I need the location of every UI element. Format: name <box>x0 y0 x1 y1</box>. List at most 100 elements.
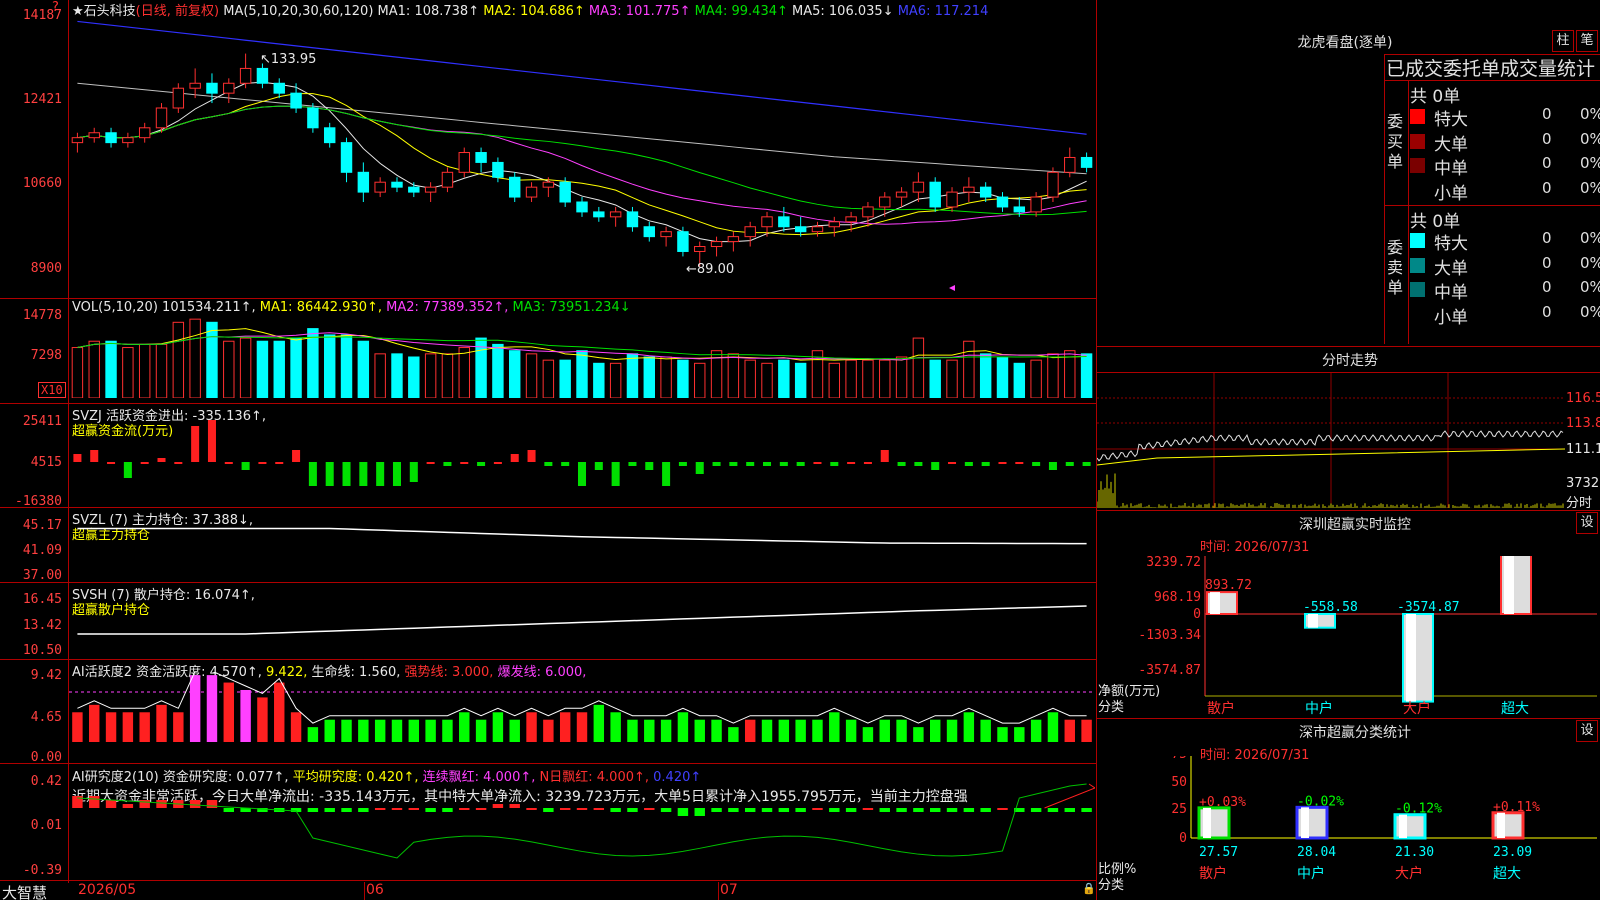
order-row[interactable]: 小单 0 0% <box>1410 303 1598 325</box>
flow-bar <box>1032 462 1040 466</box>
candle <box>341 143 351 173</box>
volume-bar <box>560 360 570 398</box>
activity-bar <box>274 683 284 742</box>
activity-chart[interactable] <box>69 672 1095 762</box>
bar-mode-button[interactable]: 柱 <box>1552 30 1574 52</box>
candle <box>695 247 705 252</box>
candle <box>409 187 419 192</box>
stats-chart[interactable]: 75 50 25 0 +0.03% 27.57 散户 -0.02% 28.04 中户 -0.12% 2… <box>1097 756 1600 900</box>
color-swatch <box>1410 158 1425 173</box>
volume-bar <box>72 348 82 398</box>
order-row[interactable]: 小单 0 0% <box>1410 179 1598 201</box>
candlestick-chart[interactable] <box>69 14 1095 296</box>
monitor-category: 散户 <box>1207 700 1235 716</box>
volume-bar <box>762 363 772 398</box>
candle <box>594 212 604 217</box>
stats-category: 散户 <box>1199 865 1227 882</box>
vol-unit-badge[interactable]: X10 <box>38 382 66 398</box>
color-swatch <box>1410 258 1425 273</box>
volume-bar <box>745 360 755 398</box>
order-size-label: 特大 <box>1434 105 1468 130</box>
flow-bar <box>359 462 367 486</box>
order-percent: 0% <box>1580 254 1600 272</box>
activity-bar <box>1048 712 1058 742</box>
candle <box>1014 207 1024 212</box>
order-row[interactable]: 中单 0 0% <box>1410 154 1598 176</box>
order-count: 0 <box>1542 179 1552 197</box>
candle <box>863 207 873 217</box>
brand-label[interactable]: 大智慧 <box>2 882 47 900</box>
svzj-y-tick: 25411 <box>0 414 62 429</box>
monitor-chart[interactable]: 3239.72 968.19 0 -1303.34 -3574.87 893.72 散户 -5… <box>1097 556 1600 716</box>
candle <box>964 187 974 192</box>
candle <box>711 242 721 247</box>
flow-bar <box>898 462 906 466</box>
monitor-title: 深圳超赢实时监控 <box>1260 514 1450 534</box>
intraday-chart[interactable] <box>1097 373 1565 508</box>
flow-bar <box>528 450 536 462</box>
candle <box>139 128 149 138</box>
low-marker: ←89.00 <box>686 262 734 277</box>
order-row[interactable]: 特大 0 0% <box>1410 229 1598 251</box>
activity-bar <box>896 720 906 742</box>
activity-bar <box>829 712 839 742</box>
tick-mode-button[interactable]: 笔 <box>1576 30 1598 52</box>
flow-bar <box>191 426 199 462</box>
research-bar <box>207 800 217 808</box>
activity-bar <box>1031 720 1041 742</box>
vol-ma2: MA2: 77389.352↑, <box>386 300 508 315</box>
activity-bar <box>358 720 368 742</box>
volume-bar <box>207 322 217 398</box>
candle <box>627 212 637 227</box>
flow-bar <box>813 462 821 464</box>
price-y-tick: 12421 <box>0 92 62 107</box>
volume-bar <box>459 348 469 398</box>
lock-icon[interactable]: 🔒 <box>1082 882 1096 895</box>
order-row[interactable]: 大单 0 0% <box>1410 130 1598 152</box>
research-bar <box>1048 808 1058 812</box>
pane-divider <box>0 582 1096 583</box>
sell-side-label: 委卖单 <box>1387 238 1405 298</box>
activity-bar <box>594 705 604 742</box>
flow-bar <box>544 462 552 466</box>
buy-side-label: 委买单 <box>1387 112 1405 172</box>
ai-res-y-tick: 0.01 <box>0 818 62 833</box>
flow-bar <box>494 462 502 464</box>
order-size-label: 大单 <box>1434 254 1468 279</box>
volume-bar <box>341 335 351 398</box>
research-chart[interactable] <box>69 782 1095 878</box>
activity-bar <box>308 727 318 742</box>
candle <box>240 68 250 83</box>
volume-bar <box>425 354 435 398</box>
activity-bar <box>425 720 435 742</box>
candle <box>190 83 200 88</box>
volume-bar <box>139 344 149 398</box>
main-holding-chart[interactable] <box>69 520 1095 580</box>
stats-value: 21.30 <box>1395 845 1434 860</box>
research-bar <box>139 800 149 808</box>
volume-chart[interactable] <box>69 316 1095 398</box>
candle <box>779 217 789 227</box>
flow-bar <box>73 454 81 462</box>
volume-bar <box>1031 360 1041 398</box>
flow-bar <box>679 462 687 466</box>
activity-bar <box>661 720 671 742</box>
research-line <box>77 784 1086 858</box>
monitor-settings-button[interactable]: 设 <box>1576 512 1598 534</box>
volume-bar <box>728 354 738 398</box>
app-root: ★石头科技(日线, 前复权) MA(5,10,20,30,60,120) MA1… <box>0 0 1600 900</box>
order-row[interactable]: 中单 0 0% <box>1410 278 1598 300</box>
research-bar <box>577 808 587 810</box>
monitor-bar-highlight <box>1308 614 1318 628</box>
order-count: 0 <box>1542 130 1552 148</box>
flow-bar <box>1066 462 1074 466</box>
candle <box>745 227 755 237</box>
retail-holding-chart[interactable] <box>69 596 1095 658</box>
divider <box>1096 510 1600 511</box>
stats-settings-button[interactable]: 设 <box>1576 720 1598 742</box>
order-row[interactable]: 大单 0 0% <box>1410 254 1598 276</box>
money-flow-chart[interactable] <box>69 420 1095 505</box>
divider <box>1384 205 1600 206</box>
pane-divider <box>0 403 1096 404</box>
order-row[interactable]: 特大 0 0% <box>1410 105 1598 127</box>
